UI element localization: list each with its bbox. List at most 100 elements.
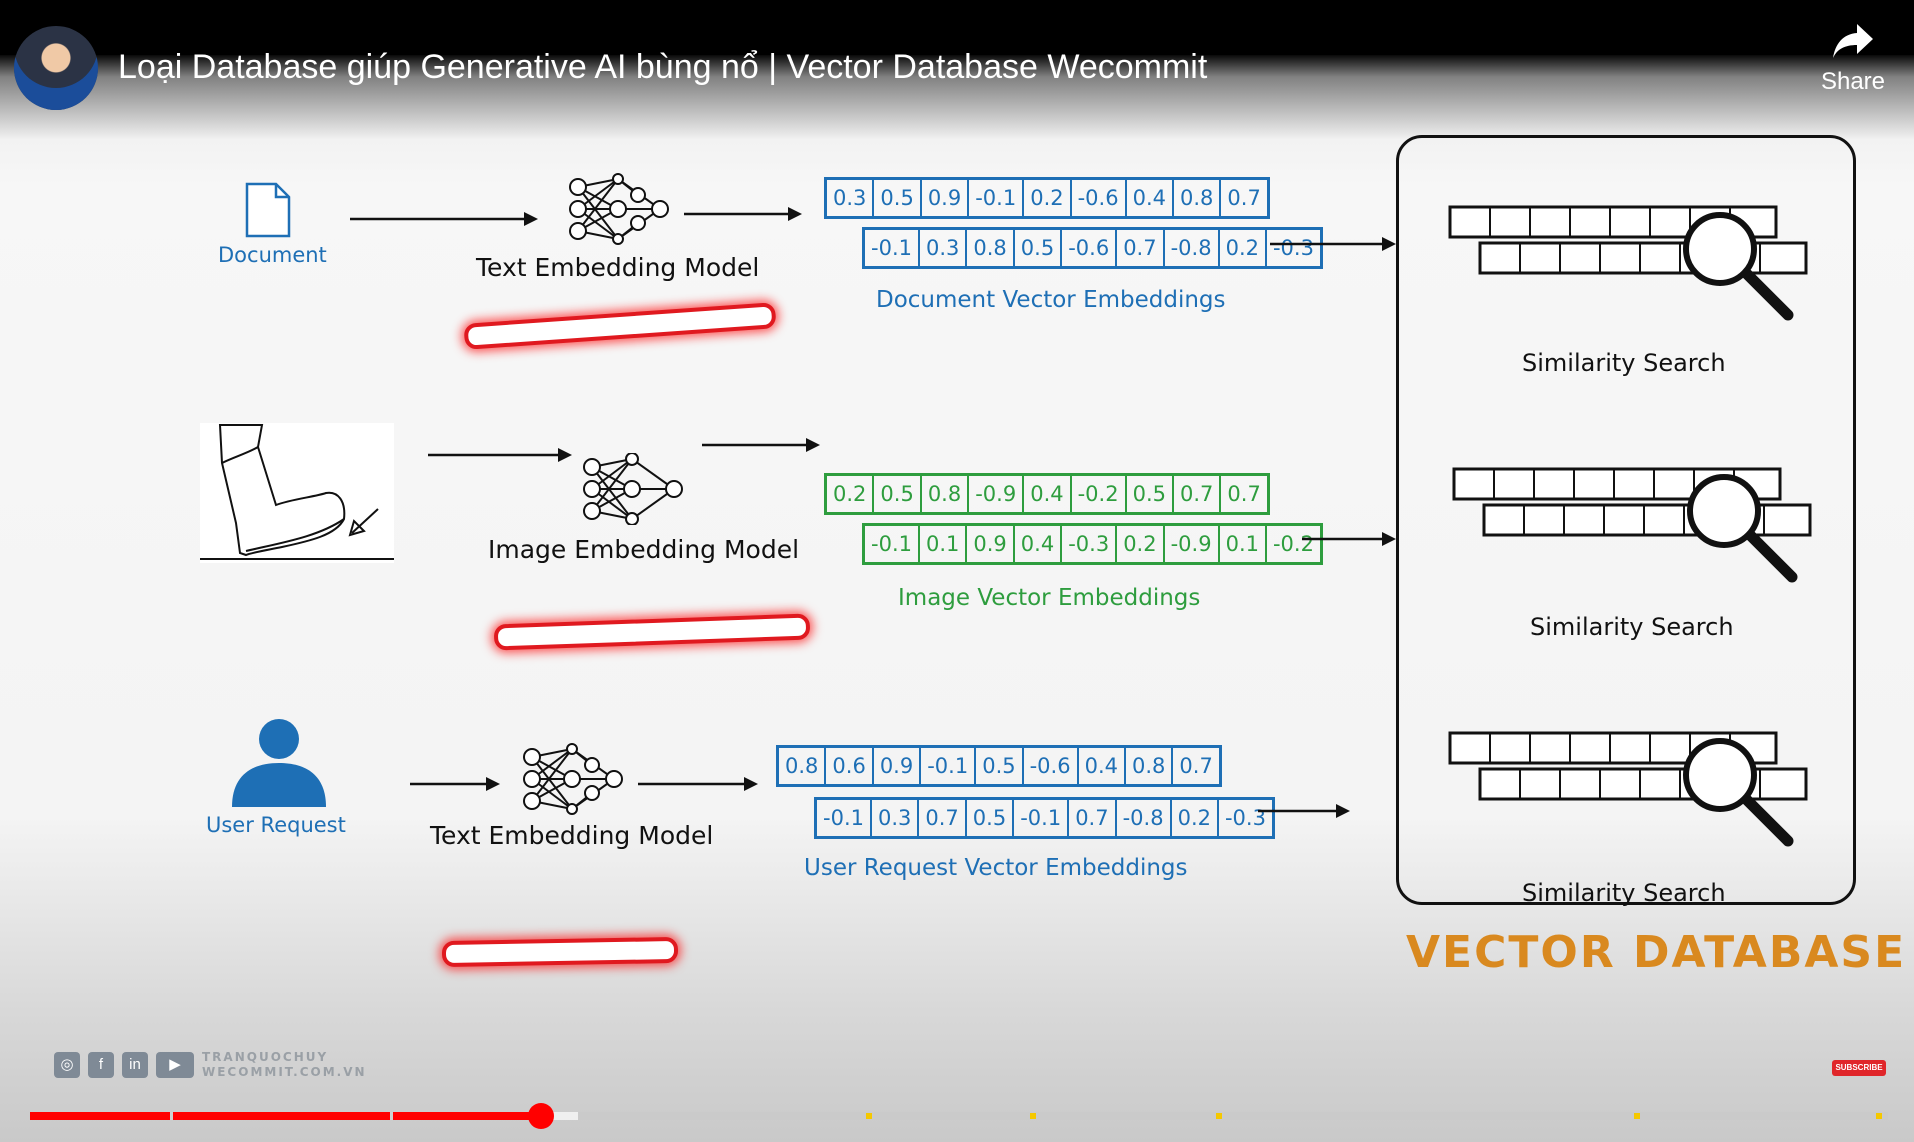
neural-network-icon [583, 453, 683, 525]
vector-cell: 0.8 [965, 230, 1012, 266]
vector-cell: 0.7 [1067, 800, 1114, 836]
vector-cell: 0.9 [965, 526, 1012, 562]
highlight-stroke [441, 936, 679, 968]
vector-row: -0.1 0.3 0.8 0.5 -0.6 0.7 -0.8 0.2 -0.3 [862, 227, 1323, 269]
arrow [684, 207, 802, 221]
similarity-search-icon [1452, 467, 1812, 583]
vector-cell: -0.1 [1012, 800, 1067, 836]
vector-cell: 0.2 [1022, 180, 1069, 216]
vector-row: -0.1 0.3 0.7 0.5 -0.1 0.7 -0.8 0.2 -0.3 [814, 797, 1275, 839]
vector-cell: 0.8 [919, 476, 967, 512]
document-icon [245, 182, 291, 238]
vector-cell: -0.1 [871, 236, 912, 260]
linkedin-icon: in [122, 1052, 148, 1078]
arrow [638, 777, 758, 791]
vector-cell: 0.8 [785, 754, 819, 778]
vector-cell: -0.8 [1114, 800, 1170, 836]
arrow [428, 448, 572, 462]
vector-cell: -0.1 [967, 180, 1022, 216]
vector-cell: -0.1 [919, 748, 974, 784]
vector-cell: 0.3 [917, 230, 965, 266]
share-label: Share [1820, 68, 1886, 95]
channel-avatar[interactable] [14, 26, 98, 110]
vector-cell: -0.1 [823, 806, 864, 830]
vector-cell: 0.5 [974, 748, 1021, 784]
user-request-label: User Request [206, 813, 346, 837]
vector-cell: 0.7 [1219, 180, 1266, 216]
vector-cell: 0.5 [964, 800, 1012, 836]
vector-cell: 0.3 [869, 800, 917, 836]
facebook-icon: f [88, 1052, 114, 1078]
vector-cell: 0.8 [1124, 748, 1171, 784]
vector-cell: 0.4 [1022, 476, 1069, 512]
vector-embeddings-label: Image Vector Embeddings [898, 585, 1201, 611]
scrubber-handle[interactable] [527, 1103, 554, 1129]
progress-bar[interactable] [30, 1103, 1888, 1129]
video-frame[interactable]: Document Text Embedding Model 0.3 0.5 0.9-… [0, 55, 1914, 1142]
vector-cell: -0.8 [1162, 230, 1218, 266]
similarity-search-label: Similarity Search [1522, 349, 1726, 377]
model-label: Text Embedding Model [430, 821, 714, 850]
subscribe-button[interactable]: SUBSCRIBE [1832, 1060, 1886, 1076]
chapter-divider [390, 1112, 393, 1120]
share-arrow-icon [1833, 24, 1873, 58]
highlight-stroke [463, 302, 777, 350]
vector-cell: 0.5 [1012, 230, 1060, 266]
vector-cell: 0.5 [872, 180, 919, 216]
video-title[interactable]: Loại Database giúp Generative AI bùng nổ… [118, 48, 1207, 87]
vector-cell: 0.7 [1171, 748, 1218, 784]
vector-cell: 0.2 [1115, 526, 1162, 562]
arrow [1258, 804, 1350, 818]
brand-line2: WECOMMIT.COM.VN [202, 1065, 367, 1079]
chapter-marker [1876, 1113, 1882, 1119]
youtube-icon: ▶ [156, 1052, 194, 1078]
vector-cell: 0.8 [1172, 180, 1219, 216]
chapter-marker [866, 1113, 872, 1119]
vector-cell: 0.5 [1124, 476, 1172, 512]
similarity-search-icon [1448, 731, 1808, 847]
vector-row: 0.3 0.5 0.9 -0.1 0.2 -0.6 0.4 0.8 0.7 [824, 177, 1270, 219]
vector-cell: -0.9 [1162, 526, 1218, 562]
share-button[interactable]: Share [1808, 22, 1898, 96]
channel-watermark: ◎ f in ▶ TRANQUOCHUY WECOMMIT.COM.VN [54, 1050, 367, 1080]
vector-row: 0.2 0.5 0.8 -0.9 0.4 -0.2 0.5 0.7 0.7 [824, 473, 1270, 515]
vector-embeddings-label: Document Vector Embeddings [876, 287, 1226, 313]
arrow [350, 212, 538, 226]
vector-cell: 0.2 [1169, 800, 1217, 836]
arrow [702, 438, 820, 452]
vector-cell: 0.1 [917, 526, 965, 562]
globe-icon: ◎ [54, 1052, 80, 1078]
vector-embeddings-label: User Request Vector Embeddings [804, 855, 1188, 881]
vector-cell: -0.6 [1021, 748, 1077, 784]
vector-cell: 0.6 [824, 748, 871, 784]
document-label: Document [218, 243, 327, 267]
brand-line1: TRANQUOCHUY [202, 1050, 329, 1064]
chapter-marker [1216, 1113, 1222, 1119]
played-bar [30, 1112, 541, 1120]
arrow [410, 777, 500, 791]
similarity-search-label: Similarity Search [1530, 613, 1734, 641]
neural-network-icon [569, 173, 669, 245]
model-label: Text Embedding Model [476, 253, 760, 282]
similarity-search-label: Similarity Search [1522, 879, 1726, 907]
highlight-stroke [493, 613, 811, 651]
boot-sketch-image [200, 423, 394, 563]
vector-cell: 0.7 [1172, 476, 1219, 512]
vector-row: -0.1 0.1 0.9 0.4 -0.3 0.2 -0.9 0.1 -0.2 [862, 523, 1323, 565]
vector-database-title: VECTOR DATABASE [1406, 927, 1907, 978]
model-label: Image Embedding Model [488, 535, 800, 564]
chapter-marker [1634, 1113, 1640, 1119]
chapter-marker [1030, 1113, 1036, 1119]
arrow [1302, 532, 1396, 546]
vector-cell: 0.9 [871, 748, 919, 784]
vector-cell: 0.4 [1076, 748, 1124, 784]
vector-row: 0.8 0.6 0.9 -0.1 0.5 -0.6 0.4 0.8 0.7 [776, 745, 1222, 787]
vector-cell: 0.5 [872, 476, 919, 512]
vector-cell: -0.9 [967, 476, 1022, 512]
vector-cell: -0.1 [871, 532, 912, 556]
vector-cell: -0.3 [1060, 526, 1115, 562]
arrow [1270, 237, 1396, 251]
vector-cell: 0.4 [1012, 526, 1060, 562]
vector-cell: 0.9 [919, 180, 967, 216]
vector-cell: 0.4 [1124, 180, 1172, 216]
